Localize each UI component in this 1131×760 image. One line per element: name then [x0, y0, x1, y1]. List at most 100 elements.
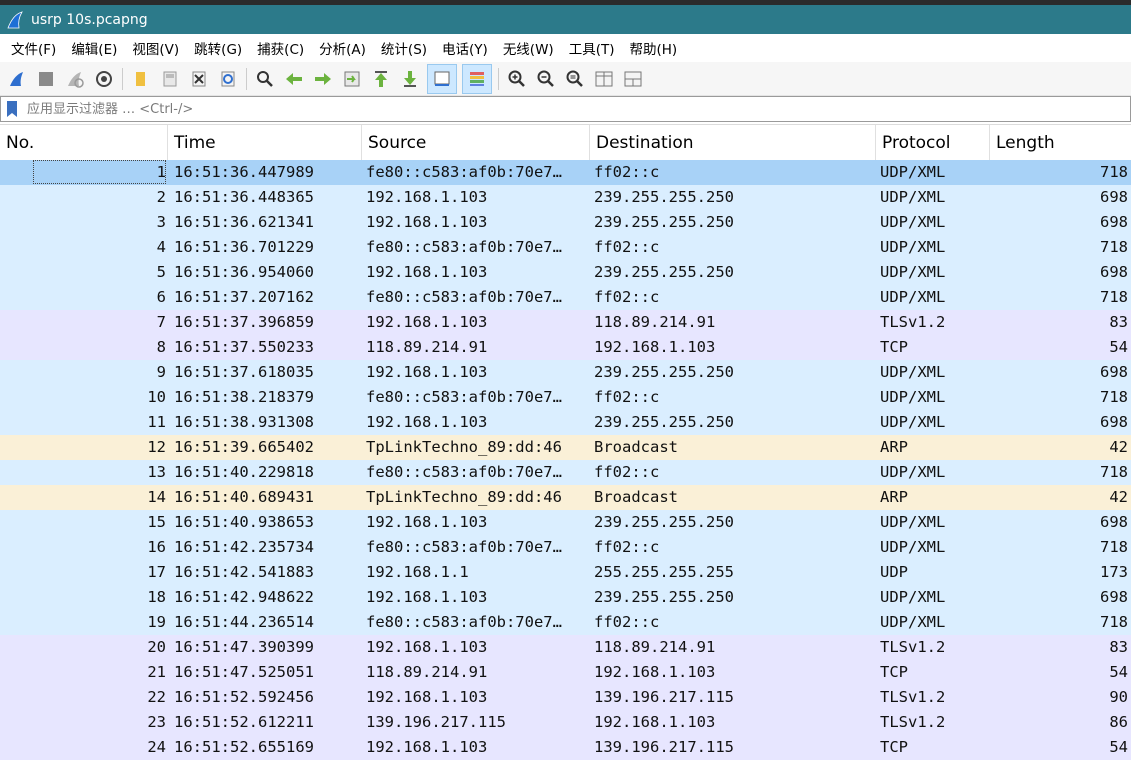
go-first-icon[interactable]	[369, 67, 393, 91]
packet-row[interactable]: 6 16:51:37.207162 fe80::c583:af0b:70e7… ff0…	[0, 285, 1131, 310]
cell-source: 192.168.1.103	[366, 738, 488, 756]
packet-row[interactable]: 13 16:51:40.229818 fe80::c583:af0b:70e7… ff…	[0, 460, 1131, 485]
packet-row[interactable]: 9 16:51:37.618035 192.168.1.103 239.255.255…	[0, 360, 1131, 385]
packet-row[interactable]: 19 16:51:44.236514 fe80::c583:af0b:70e7… ff…	[0, 610, 1131, 635]
cell-length: 698	[1100, 413, 1128, 431]
cell-destination: 118.89.214.91	[594, 638, 716, 656]
normal-size-icon[interactable]	[563, 67, 587, 91]
packet-row[interactable]: 12 16:51:39.665402 TpLinkTechno_89:dd:46 Br…	[0, 435, 1131, 460]
menu-help[interactable]: 帮助(H)	[629, 38, 677, 58]
open-file-icon[interactable]	[129, 67, 153, 91]
go-back-icon[interactable]	[282, 67, 306, 91]
cell-no: 11	[147, 413, 166, 431]
cell-time: 16:51:36.954060	[174, 263, 314, 281]
reload-file-icon[interactable]	[216, 67, 240, 91]
packet-row[interactable]: 3 16:51:36.621341 192.168.1.103 239.255.255…	[0, 210, 1131, 235]
menu-statistics[interactable]: 统计(S)	[381, 38, 427, 58]
go-forward-icon[interactable]	[311, 67, 335, 91]
column-header-destination[interactable]: Destination	[590, 125, 876, 160]
cell-length: 718	[1100, 463, 1128, 481]
cell-length: 718	[1100, 238, 1128, 256]
cell-destination: ff02::c	[594, 388, 660, 406]
cell-length: 718	[1100, 163, 1128, 181]
menu-telephony[interactable]: 电话(Y)	[442, 38, 488, 58]
packet-row[interactable]: 20 16:51:47.390399 192.168.1.103 118.89.214…	[0, 635, 1131, 660]
cell-length: 173	[1100, 563, 1128, 581]
packet-row[interactable]: 5 16:51:36.954060 192.168.1.103 239.255.255…	[0, 260, 1131, 285]
cell-destination: 192.168.1.103	[594, 713, 716, 731]
packet-row[interactable]: 1 16:51:36.447989 fe80::c583:af0b:70e7… ff0…	[0, 160, 1131, 185]
autoscroll-icon[interactable]	[427, 63, 457, 94]
cell-source: fe80::c583:af0b:70e7…	[366, 613, 562, 631]
packet-row[interactable]: 2 16:51:36.448365 192.168.1.103 239.255.255…	[0, 185, 1131, 210]
cell-length: 83	[1109, 638, 1128, 656]
cell-no: 14	[147, 488, 166, 506]
cell-destination: 239.255.255.250	[594, 413, 734, 431]
go-to-packet-icon[interactable]	[340, 67, 364, 91]
packet-row[interactable]: 24 16:51:52.655169 192.168.1.103 139.196.21…	[0, 735, 1131, 760]
go-last-icon[interactable]	[398, 67, 422, 91]
cell-protocol: TLSv1.2	[880, 638, 946, 656]
cell-no: 4	[156, 238, 166, 256]
resize-columns-icon[interactable]	[592, 67, 616, 91]
close-file-icon[interactable]	[187, 67, 211, 91]
cell-protocol: UDP/XML	[880, 538, 946, 556]
menu-view[interactable]: 视图(V)	[132, 38, 179, 58]
packet-row[interactable]: 21 16:51:47.525051 118.89.214.91 192.168.1.…	[0, 660, 1131, 685]
cell-protocol: ARP	[880, 488, 908, 506]
display-filter-input[interactable]	[25, 100, 1130, 118]
packet-row[interactable]: 8 16:51:37.550233 118.89.214.91 192.168.1.1…	[0, 335, 1131, 360]
cell-time: 16:51:52.592456	[174, 688, 314, 706]
cell-source: TpLinkTechno_89:dd:46	[366, 488, 562, 506]
packet-row[interactable]: 15 16:51:40.938653 192.168.1.103 239.255.25…	[0, 510, 1131, 535]
packet-row[interactable]: 23 16:51:52.612211 139.196.217.115 192.168.…	[0, 710, 1131, 735]
stop-capture-icon[interactable]	[34, 67, 58, 91]
cell-length: 90	[1109, 688, 1128, 706]
cell-time: 16:51:52.655169	[174, 738, 314, 756]
packet-row[interactable]: 7 16:51:37.396859 192.168.1.103 118.89.214.…	[0, 310, 1131, 335]
column-header-time[interactable]: Time	[168, 125, 362, 160]
cell-no: 6	[156, 288, 166, 306]
menu-tools[interactable]: 工具(T)	[569, 38, 615, 58]
cell-length: 718	[1100, 538, 1128, 556]
cell-time: 16:51:40.938653	[174, 513, 314, 531]
cell-protocol: UDP/XML	[880, 463, 946, 481]
colorize-icon[interactable]	[462, 63, 492, 94]
save-file-icon[interactable]	[158, 67, 182, 91]
column-header-no[interactable]: No.	[0, 125, 168, 160]
find-packet-icon[interactable]	[253, 67, 277, 91]
zoom-in-icon[interactable]	[505, 67, 529, 91]
capture-options-icon[interactable]	[92, 67, 116, 91]
layout-icon[interactable]	[621, 67, 645, 91]
menu-wireless[interactable]: 无线(W)	[503, 38, 554, 58]
packet-row[interactable]: 17 16:51:42.541883 192.168.1.1 255.255.255.…	[0, 560, 1131, 585]
packet-row[interactable]: 4 16:51:36.701229 fe80::c583:af0b:70e7… ff0…	[0, 235, 1131, 260]
menu-file[interactable]: 文件(F)	[11, 38, 56, 58]
cell-no: 18	[147, 588, 166, 606]
cell-no: 17	[147, 563, 166, 581]
zoom-out-icon[interactable]	[534, 67, 558, 91]
column-header-protocol[interactable]: Protocol	[876, 125, 990, 160]
packet-row[interactable]: 22 16:51:52.592456 192.168.1.103 139.196.21…	[0, 685, 1131, 710]
packet-row[interactable]: 16 16:51:42.235734 fe80::c583:af0b:70e7… ff…	[0, 535, 1131, 560]
packet-row[interactable]: 11 16:51:38.931308 192.168.1.103 239.255.25…	[0, 410, 1131, 435]
packet-row[interactable]: 14 16:51:40.689431 TpLinkTechno_89:dd:46 Br…	[0, 485, 1131, 510]
restart-capture-icon[interactable]	[63, 67, 87, 91]
cell-destination: 139.196.217.115	[594, 688, 734, 706]
menu-capture[interactable]: 捕获(C)	[257, 38, 304, 58]
column-header-length[interactable]: Length	[990, 125, 1131, 160]
cell-destination: 192.168.1.103	[594, 338, 716, 356]
filter-bookmark-icon[interactable]	[6, 100, 18, 118]
display-filter-bar	[0, 96, 1131, 122]
packet-row[interactable]: 18 16:51:42.948622 192.168.1.103 239.255.25…	[0, 585, 1131, 610]
menu-go[interactable]: 跳转(G)	[194, 38, 242, 58]
packet-row[interactable]: 10 16:51:38.218379 fe80::c583:af0b:70e7… ff…	[0, 385, 1131, 410]
column-header-source[interactable]: Source	[362, 125, 590, 160]
packet-list: No. Time Source Destination Protocol Len…	[0, 124, 1131, 760]
start-capture-icon[interactable]	[5, 67, 29, 91]
menu-analyze[interactable]: 分析(A)	[319, 38, 366, 58]
cell-destination: 118.89.214.91	[594, 313, 716, 331]
cell-source: 118.89.214.91	[366, 663, 488, 681]
cell-time: 16:51:47.525051	[174, 663, 314, 681]
menu-edit[interactable]: 编辑(E)	[71, 38, 117, 58]
